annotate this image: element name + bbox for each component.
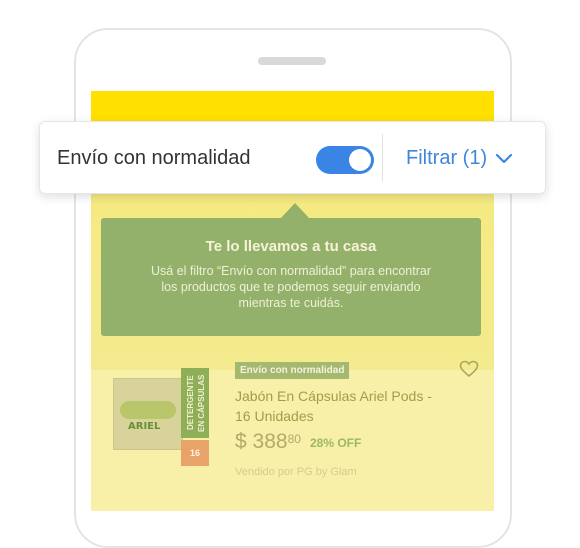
product-price: $ 38880 <box>235 430 301 454</box>
product-image-side-tag: DETERGENTE EN CÁPSULAS <box>181 368 209 438</box>
discount-label: 28% OFF <box>310 436 362 450</box>
product-image-brand: ARIEL <box>128 421 161 432</box>
shipping-badge: Envío con normalidad <box>235 362 350 379</box>
heart-outline-icon[interactable] <box>459 360 479 383</box>
filter-button[interactable]: Filtrar (1) <box>406 146 513 171</box>
info-banner-title: Te lo llevamos a tu casa <box>205 238 377 255</box>
price-cents: 80 <box>287 432 301 446</box>
shipping-toggle[interactable] <box>316 146 374 174</box>
seller-label: Vendido por PG by Glam <box>235 466 357 478</box>
price-currency: $ <box>235 430 247 453</box>
phone-speaker <box>258 57 326 65</box>
shipping-toggle-label: Envío con normalidad <box>57 147 251 169</box>
price-integer: 388 <box>252 430 288 453</box>
info-banner-body: Usá el filtro “Envío con normalidad” par… <box>151 264 431 310</box>
toolbar-divider <box>382 134 383 182</box>
product-image-count-tag: 16 <box>181 440 209 466</box>
filter-button-label: Filtrar (1) <box>406 147 488 169</box>
chevron-down-icon <box>495 148 513 171</box>
info-banner-pointer <box>280 203 310 219</box>
product-title[interactable]: Jabón En Cápsulas Ariel Pods - 16 Unidad… <box>235 386 445 426</box>
product-image[interactable]: ARIEL <box>113 378 183 450</box>
product-image-swirl <box>120 401 176 419</box>
toggle-knob <box>349 149 371 171</box>
